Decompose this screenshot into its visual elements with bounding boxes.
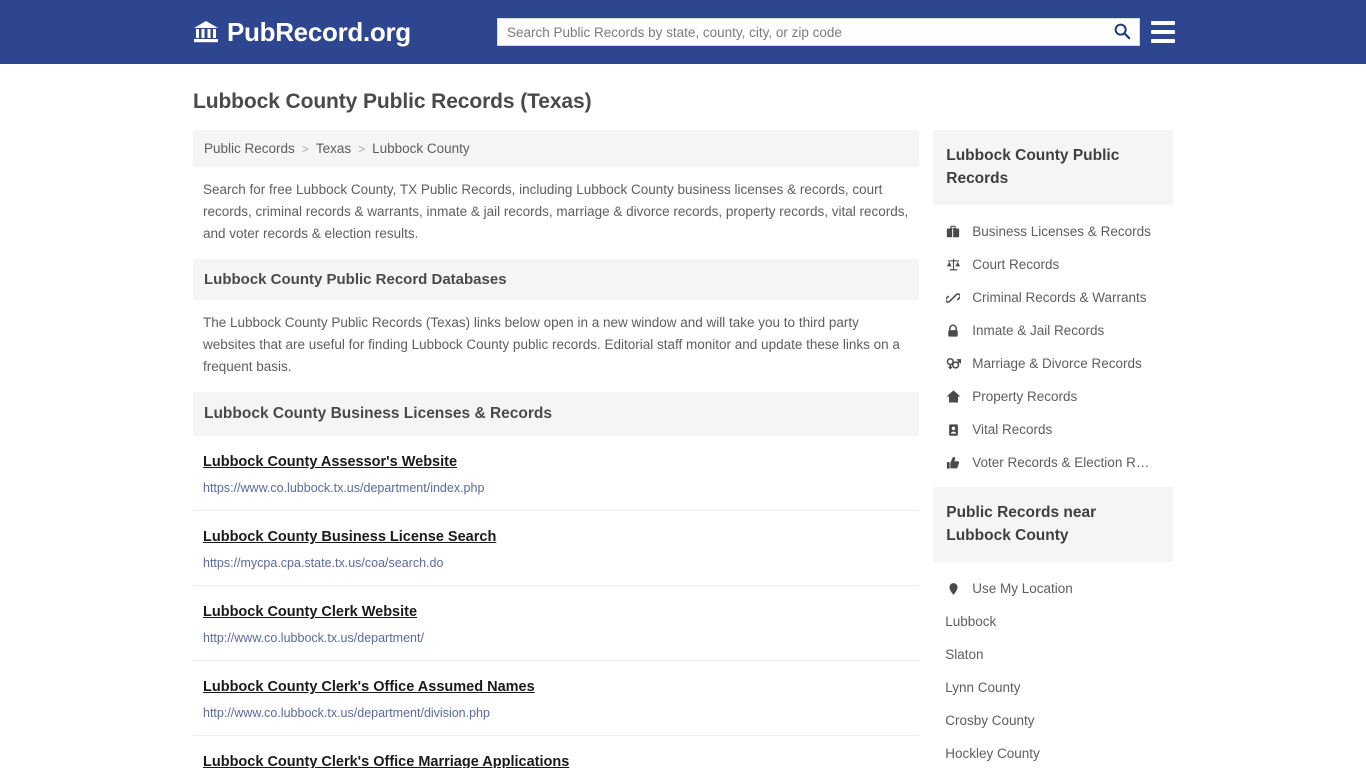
record-link-title[interactable]: Lubbock County Assessor's Website — [203, 452, 457, 472]
breadcrumb-separator: > — [358, 141, 366, 156]
sidebar-nearby-heading: Public Records near Lubbock County — [933, 487, 1173, 562]
business-licenses-section-heading: Lubbock County Business Licenses & Recor… — [193, 392, 920, 436]
sidebar-item-criminal-records[interactable]: Criminal Records & Warrants — [933, 281, 1173, 314]
sidebar-item-label: Use My Location — [972, 581, 1073, 596]
sidebar-item-label: Marriage & Divorce Records — [972, 356, 1142, 371]
sidebar-item-marriage-divorce-records[interactable]: Marriage & Divorce Records — [933, 347, 1173, 380]
sidebar-item-label: Slaton — [945, 647, 984, 662]
sidebar-item-crosby-county[interactable]: Crosby County — [933, 704, 1173, 737]
site-logo-text: PubRecord.org — [227, 16, 411, 47]
record-link-title[interactable]: Lubbock County Clerk's Office Marriage A… — [203, 752, 569, 768]
content-columns: Public Records > Texas > Lubbock County … — [193, 130, 1173, 768]
sidebar-item-label: Business Licenses & Records — [972, 224, 1151, 239]
breadcrumb-item-texas[interactable]: Texas — [316, 141, 351, 156]
page-container: Lubbock County Public Records (Texas) Pu… — [0, 90, 1366, 768]
home-icon — [945, 389, 961, 404]
sidebar-item-label: Inmate & Jail Records — [972, 323, 1105, 338]
record-link-url[interactable]: http://www.co.lubbock.tx.us/department/ — [203, 630, 909, 647]
record-link-url[interactable]: https://mycpa.cpa.state.tx.us/coa/search… — [203, 555, 909, 572]
search-icon — [1113, 22, 1131, 43]
record-link-title[interactable]: Lubbock County Business License Search — [203, 527, 496, 547]
hamburger-menu-icon[interactable] — [1151, 19, 1175, 45]
sidebar-item-label: Criminal Records & Warrants — [972, 290, 1147, 305]
databases-paragraph: The Lubbock County Public Records (Texas… — [203, 315, 900, 374]
sidebar-records-list: Business Licenses & Records Court Record… — [933, 205, 1173, 479]
main-content: Public Records > Texas > Lubbock County … — [193, 130, 920, 768]
record-link-url[interactable]: http://www.co.lubbock.tx.us/department/d… — [203, 705, 909, 722]
breadcrumb-item-lubbock-county[interactable]: Lubbock County — [372, 141, 470, 156]
sidebar-records-heading: Lubbock County Public Records — [933, 130, 1173, 205]
sidebar-records-panel: Lubbock County Public Records Business L… — [933, 130, 1173, 479]
search-input[interactable] — [498, 19, 1105, 45]
sidebar-item-slaton[interactable]: Slaton — [933, 638, 1173, 671]
site-logo-link[interactable]: PubRecord.org — [193, 17, 411, 48]
breadcrumb-item-public-records[interactable]: Public Records — [204, 141, 295, 156]
intro-paragraph: Search for free Lubbock County, TX Publi… — [203, 182, 909, 241]
sidebar-item-property-records[interactable]: Property Records — [933, 380, 1173, 413]
hamburger-bar — [1151, 39, 1175, 43]
list-item: Lubbock County Assessor's Website https:… — [193, 436, 920, 511]
venus-mars-icon — [945, 356, 961, 371]
sidebar-item-label: Hockley County — [945, 746, 1040, 761]
page-title: Lubbock County Public Records (Texas) — [193, 90, 592, 113]
sidebar-item-label: Voter Records & Election R… — [972, 455, 1150, 470]
databases-section-heading: Lubbock County Public Record Databases — [193, 259, 920, 300]
sidebar-item-label: Crosby County — [945, 713, 1035, 728]
record-link-url[interactable]: https://www.co.lubbock.tx.us/department/… — [203, 480, 909, 497]
sidebar-item-hockley-county[interactable]: Hockley County — [933, 737, 1173, 768]
sidebar-nearby-list: Use My Location Lubbock Slaton Lynn Coun… — [933, 562, 1173, 768]
breadcrumb: Public Records > Texas > Lubbock County — [193, 130, 920, 167]
record-link-title[interactable]: Lubbock County Clerk Website — [203, 602, 417, 622]
balance-scale-icon — [945, 257, 961, 272]
hamburger-bar — [1151, 21, 1175, 25]
sidebar-item-label: Court Records — [972, 257, 1060, 272]
sidebar-item-court-records[interactable]: Court Records — [933, 248, 1173, 281]
sidebar-item-label: Property Records — [972, 389, 1078, 404]
sidebar-item-inmate-jail-records[interactable]: Inmate & Jail Records — [933, 314, 1173, 347]
search-bar[interactable] — [497, 18, 1140, 46]
record-link-list: Lubbock County Assessor's Website https:… — [193, 436, 920, 768]
sidebar-item-lubbock[interactable]: Lubbock — [933, 605, 1173, 638]
sidebar-item-business-licenses[interactable]: Business Licenses & Records — [933, 215, 1173, 248]
list-item: Lubbock County Clerk Website http://www.… — [193, 586, 920, 661]
bank-icon — [193, 19, 219, 45]
list-item: Lubbock County Clerk's Office Assumed Na… — [193, 661, 920, 736]
list-item: Lubbock County Clerk's Office Marriage A… — [193, 736, 919, 768]
record-link-title[interactable]: Lubbock County Clerk's Office Assumed Na… — [203, 677, 535, 697]
sidebar-item-voter-records[interactable]: Voter Records & Election R… — [933, 446, 1173, 479]
breadcrumb-separator: > — [301, 141, 309, 156]
sidebar-item-lynn-county[interactable]: Lynn County — [933, 671, 1173, 704]
sidebar-item-label: Lynn County — [945, 680, 1021, 695]
site-header: PubRecord.org — [0, 0, 1366, 64]
search-button[interactable] — [1105, 19, 1139, 45]
hamburger-bar — [1151, 30, 1175, 34]
list-item: Lubbock County Business License Search h… — [193, 511, 920, 586]
sidebar: Lubbock County Public Records Business L… — [933, 130, 1173, 768]
sidebar-item-vital-records[interactable]: Vital Records — [933, 413, 1173, 446]
map-pin-icon — [945, 582, 961, 596]
sidebar-item-label: Vital Records — [972, 422, 1053, 437]
sidebar-item-use-my-location[interactable]: Use My Location — [933, 572, 1173, 605]
briefcase-icon — [945, 225, 961, 239]
sidebar-item-label: Lubbock — [945, 614, 997, 629]
handcuffs-icon — [945, 291, 961, 305]
thumbs-up-icon — [945, 456, 961, 470]
lock-icon — [945, 324, 961, 338]
id-badge-icon — [945, 423, 961, 437]
sidebar-nearby-panel: Public Records near Lubbock County Use M… — [933, 487, 1173, 768]
